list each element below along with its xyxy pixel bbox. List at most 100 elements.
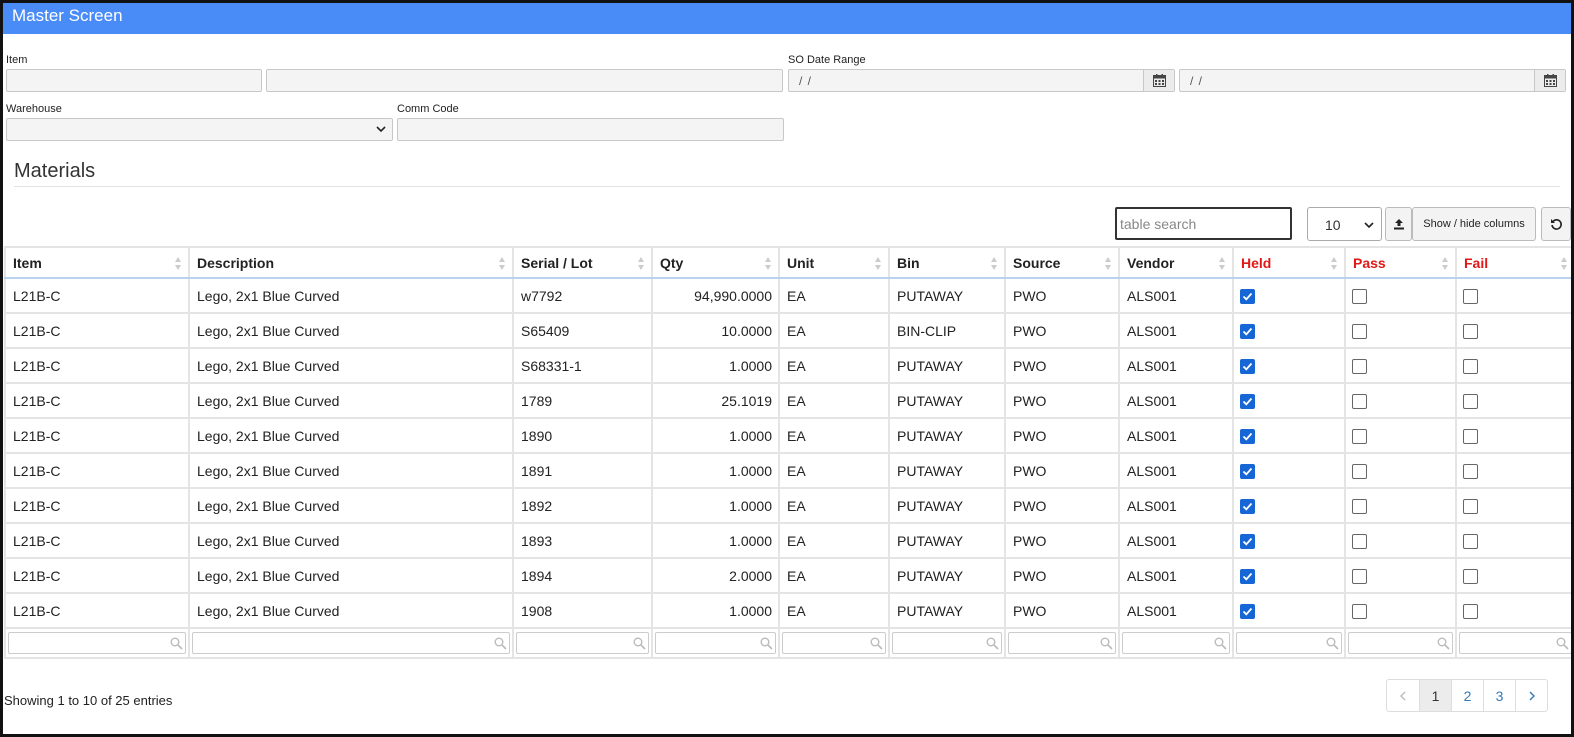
column-header-unit[interactable]: Unit bbox=[778, 246, 890, 279]
column-header-vendor[interactable]: Vendor bbox=[1118, 246, 1234, 279]
filter-input[interactable] bbox=[1348, 632, 1453, 654]
filter-input[interactable] bbox=[892, 632, 1002, 654]
pass-checkbox[interactable] bbox=[1352, 463, 1367, 479]
sort-icon bbox=[1105, 257, 1111, 270]
fail-checkbox[interactable] bbox=[1463, 463, 1478, 479]
search-icon bbox=[170, 637, 183, 650]
table-row[interactable]: L21B-C Lego, 2x1 Blue Curved S68331-1 1.000… bbox=[4, 347, 1571, 384]
column-filter-vendor[interactable] bbox=[1118, 627, 1234, 659]
column-filter-qty[interactable] bbox=[651, 627, 780, 659]
filter-input[interactable] bbox=[1008, 632, 1116, 654]
filter-input[interactable] bbox=[1236, 632, 1342, 654]
held-checkbox[interactable] bbox=[1240, 533, 1255, 549]
column-header-fail[interactable]: Fail bbox=[1455, 246, 1571, 279]
fail-checkbox[interactable] bbox=[1463, 393, 1478, 409]
filter-input[interactable] bbox=[516, 632, 649, 654]
item-description-input[interactable] bbox=[266, 69, 783, 92]
fail-checkbox[interactable] bbox=[1463, 498, 1478, 514]
column-filter-serial[interactable] bbox=[512, 627, 653, 659]
table-search-input[interactable]: table search bbox=[1115, 207, 1292, 240]
filter-input[interactable] bbox=[1122, 632, 1230, 654]
held-checkbox[interactable] bbox=[1240, 603, 1255, 619]
column-header-source[interactable]: Source bbox=[1004, 246, 1120, 279]
pass-checkbox[interactable] bbox=[1352, 358, 1367, 374]
held-checkbox[interactable] bbox=[1240, 393, 1255, 409]
so-date-from-input[interactable]: / / bbox=[788, 69, 1175, 92]
warehouse-select[interactable] bbox=[6, 118, 393, 141]
column-header-item[interactable]: Item bbox=[4, 246, 190, 279]
search-icon bbox=[1326, 637, 1339, 650]
pass-checkbox[interactable] bbox=[1352, 323, 1367, 339]
column-header-bin[interactable]: Bin bbox=[888, 246, 1006, 279]
fail-checkbox[interactable] bbox=[1463, 428, 1478, 444]
held-checkbox[interactable] bbox=[1240, 463, 1255, 479]
cell-unit: EA bbox=[778, 277, 890, 314]
filter-input[interactable] bbox=[192, 632, 510, 654]
checkmark-icon bbox=[1242, 502, 1253, 511]
calendar-icon[interactable] bbox=[1534, 70, 1565, 91]
held-checkbox[interactable] bbox=[1240, 428, 1255, 444]
column-header-qty[interactable]: Qty bbox=[651, 246, 780, 279]
pass-checkbox[interactable] bbox=[1352, 428, 1367, 444]
show-hide-columns-button[interactable]: Show / hide columns bbox=[1412, 207, 1536, 241]
held-checkbox[interactable] bbox=[1240, 568, 1255, 584]
page-1-button[interactable]: 1 bbox=[1419, 680, 1451, 711]
column-filter-description[interactable] bbox=[188, 627, 514, 659]
fail-checkbox[interactable] bbox=[1463, 323, 1478, 339]
so-date-to-input[interactable]: / / bbox=[1179, 69, 1566, 92]
column-filter-unit[interactable] bbox=[778, 627, 890, 659]
pass-checkbox[interactable] bbox=[1352, 568, 1367, 584]
column-header-description[interactable]: Description bbox=[188, 246, 514, 279]
filter-input[interactable] bbox=[655, 632, 776, 654]
held-checkbox[interactable] bbox=[1240, 288, 1255, 304]
column-header-serial-lot[interactable]: Serial / Lot bbox=[512, 246, 653, 279]
column-filter-source[interactable] bbox=[1004, 627, 1120, 659]
fail-checkbox[interactable] bbox=[1463, 358, 1478, 374]
page-3-button[interactable]: 3 bbox=[1483, 680, 1515, 711]
fail-checkbox[interactable] bbox=[1463, 603, 1478, 619]
pass-checkbox[interactable] bbox=[1352, 498, 1367, 514]
page-2-button[interactable]: 2 bbox=[1451, 680, 1483, 711]
filter-input[interactable] bbox=[8, 632, 186, 654]
page-length-select[interactable]: 10 bbox=[1307, 207, 1382, 241]
fail-checkbox[interactable] bbox=[1463, 533, 1478, 549]
table-row[interactable]: L21B-C Lego, 2x1 Blue Curved w7792 94,990.0… bbox=[4, 277, 1571, 314]
column-filter-item[interactable] bbox=[4, 627, 190, 659]
calendar-icon[interactable] bbox=[1143, 70, 1174, 91]
table-row[interactable]: L21B-C Lego, 2x1 Blue Curved 1894 2.0000 EA P… bbox=[4, 557, 1571, 594]
pass-checkbox[interactable] bbox=[1352, 288, 1367, 304]
table-row[interactable]: L21B-C Lego, 2x1 Blue Curved 1892 1.0000 EA P… bbox=[4, 487, 1571, 524]
pass-checkbox[interactable] bbox=[1352, 603, 1367, 619]
section-title: Materials bbox=[14, 160, 96, 182]
item-code-input[interactable] bbox=[6, 69, 262, 92]
pass-checkbox[interactable] bbox=[1352, 533, 1367, 549]
prev-page-button[interactable] bbox=[1387, 680, 1419, 711]
cell-description: Lego, 2x1 Blue Curved bbox=[188, 522, 514, 559]
column-header-pass[interactable]: Pass bbox=[1344, 246, 1457, 279]
column-filter-fail[interactable] bbox=[1455, 627, 1571, 659]
reset-button[interactable] bbox=[1541, 207, 1571, 241]
fail-checkbox[interactable] bbox=[1463, 568, 1478, 584]
column-filter-bin[interactable] bbox=[888, 627, 1006, 659]
table-row[interactable]: L21B-C Lego, 2x1 Blue Curved 1893 1.0000 EA P… bbox=[4, 522, 1571, 559]
cell-unit: EA bbox=[778, 347, 890, 384]
column-filter-pass[interactable] bbox=[1344, 627, 1457, 659]
comm-code-input[interactable] bbox=[397, 118, 784, 141]
next-page-button[interactable] bbox=[1515, 680, 1547, 711]
table-row[interactable]: L21B-C Lego, 2x1 Blue Curved 1890 1.0000 EA P… bbox=[4, 417, 1571, 454]
column-header-held[interactable]: Held bbox=[1232, 246, 1346, 279]
held-checkbox[interactable] bbox=[1240, 498, 1255, 514]
fail-checkbox[interactable] bbox=[1463, 288, 1478, 304]
column-filter-held[interactable] bbox=[1232, 627, 1346, 659]
filter-input[interactable] bbox=[1459, 632, 1571, 654]
pass-checkbox[interactable] bbox=[1352, 393, 1367, 409]
cell-held bbox=[1232, 417, 1346, 454]
table-row[interactable]: L21B-C Lego, 2x1 Blue Curved 1908 1.0000 EA P… bbox=[4, 592, 1571, 629]
table-row[interactable]: L21B-C Lego, 2x1 Blue Curved S65409 10.0000… bbox=[4, 312, 1571, 349]
held-checkbox[interactable] bbox=[1240, 358, 1255, 374]
held-checkbox[interactable] bbox=[1240, 323, 1255, 339]
table-row[interactable]: L21B-C Lego, 2x1 Blue Curved 1789 25.1019 EA… bbox=[4, 382, 1571, 419]
export-button[interactable] bbox=[1385, 207, 1412, 241]
filter-input[interactable] bbox=[782, 632, 886, 654]
table-row[interactable]: L21B-C Lego, 2x1 Blue Curved 1891 1.0000 EA P… bbox=[4, 452, 1571, 489]
